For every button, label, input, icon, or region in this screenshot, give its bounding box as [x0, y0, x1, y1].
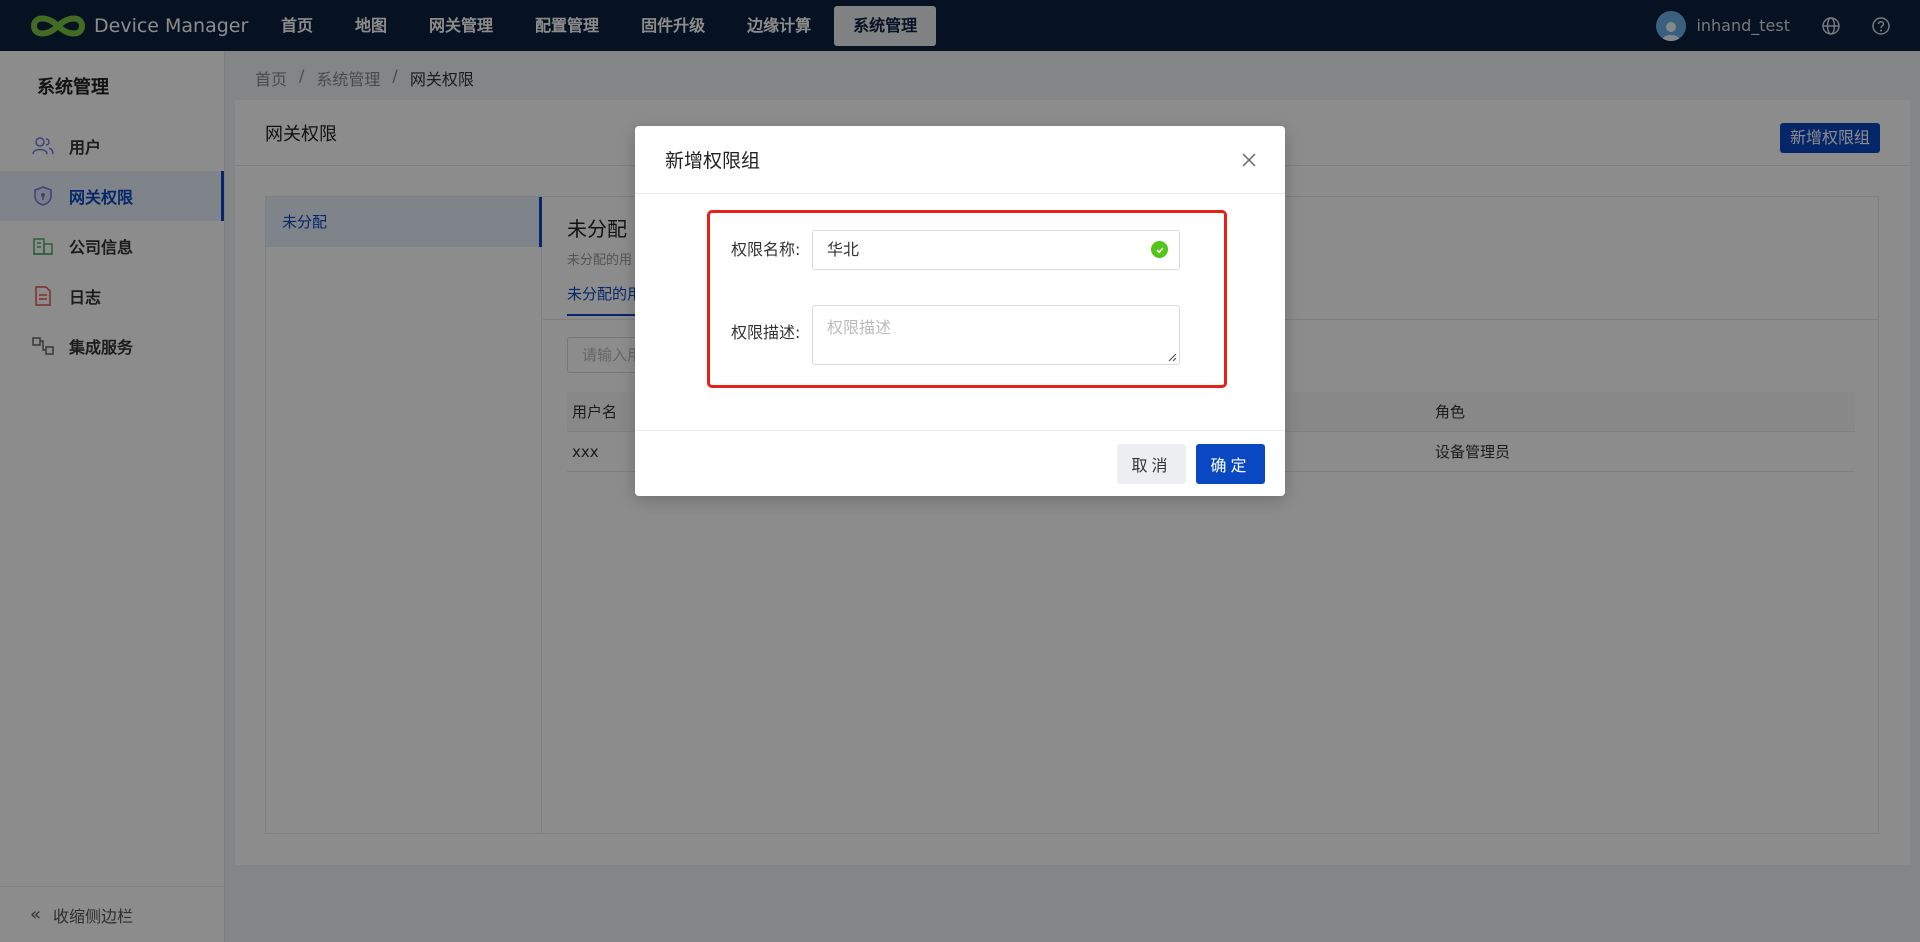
- form-row-name: 权限名称: 华北: [731, 230, 1180, 270]
- confirm-button[interactable]: 确定: [1196, 444, 1265, 484]
- resize-handle-icon[interactable]: [1167, 352, 1177, 362]
- modal-header: 新增权限组: [635, 126, 1285, 194]
- desc-label: 权限描述:: [731, 323, 801, 342]
- permission-desc-placeholder: 权限描述: [827, 318, 892, 337]
- permission-desc-textarea[interactable]: 权限描述: [812, 305, 1180, 365]
- name-label: 权限名称:: [731, 240, 801, 259]
- permission-name-value: 华北: [827, 240, 860, 259]
- close-icon[interactable]: [1239, 150, 1259, 170]
- modal-title: 新增权限组: [665, 150, 761, 172]
- check-circle-icon: [1151, 241, 1168, 258]
- form-row-desc: 权限描述: 权限描述: [731, 305, 1180, 365]
- add-group-modal: 新增权限组 权限名称: 华北 权限描述: 权限描述 取消 确定: [635, 126, 1285, 496]
- cancel-button[interactable]: 取消: [1117, 444, 1186, 484]
- permission-name-input[interactable]: 华北: [812, 230, 1180, 270]
- modal-footer: 取消 确定: [635, 430, 1285, 496]
